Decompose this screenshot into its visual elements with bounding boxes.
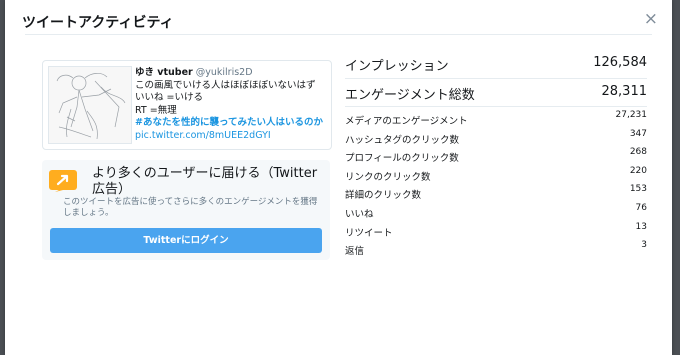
stat-divider	[345, 106, 647, 107]
stat-value: 220	[629, 166, 647, 176]
tweet-card[interactable]: ゆき vtuber @yukilris2D この画風でいける人はほぼほぼいないはず…	[42, 60, 332, 150]
promote-title: より多くのユーザーに届ける（Twitter広告）	[92, 166, 318, 197]
impressions-stat: インプレッション 126,584	[345, 55, 647, 75]
stat-row-likes: いいね 76	[345, 203, 647, 220]
stat-value: 27,231	[615, 110, 648, 120]
stat-row-detail: 詳細のクリック数 153	[345, 184, 647, 201]
stat-value: 76	[635, 203, 647, 213]
stat-value: 268	[629, 147, 647, 157]
stat-row-link: リンクのクリック数 220	[345, 166, 647, 183]
stat-row-replies: 返信 3	[345, 240, 647, 257]
sketch-illustration-icon	[56, 73, 126, 140]
stat-value: 347	[629, 129, 647, 139]
megaphone-icon	[49, 170, 77, 192]
tweet-line: RT =無理	[135, 104, 177, 116]
stat-label: いいね	[345, 209, 374, 220]
stat-row-hashtag: ハッシュタグのクリック数 347	[345, 129, 647, 146]
tweet-media-thumbnail[interactable]	[48, 66, 132, 144]
stat-row-retweets: リツイート 13	[345, 222, 647, 239]
tweet-line: この画風でいける人はほぼほぼいないはず	[135, 79, 316, 91]
stat-label: メディアのエンゲージメント	[345, 116, 468, 127]
stat-divider	[345, 78, 647, 79]
stat-label: エンゲージメント総数	[345, 88, 475, 103]
promote-description: このツイートを広告に使ってさらに多くのエンゲージメントを獲得しましょう。	[63, 197, 318, 218]
stat-value: 126,584	[593, 55, 647, 70]
engagements-stat: エンゲージメント総数 28,311	[345, 84, 647, 104]
stat-label: リツイート	[345, 228, 393, 239]
close-icon[interactable]: ×	[644, 9, 658, 29]
dialog-title: ツイートアクティビティ	[22, 15, 174, 31]
stat-value: 28,311	[601, 84, 648, 99]
stat-label: ハッシュタグのクリック数	[345, 135, 460, 146]
stat-value: 13	[635, 222, 647, 232]
tweet-author-name[interactable]: ゆき vtuber	[135, 67, 193, 78]
stat-label: 返信	[345, 246, 365, 257]
header-divider	[25, 34, 652, 35]
stat-label: リンクのクリック数	[345, 172, 431, 183]
tweet-text: ゆき vtuber @yukilris2D この画風でいける人はほぼほぼいないはず…	[135, 67, 327, 142]
promote-panel: より多くのユーザーに届ける（Twitter広告） このツイートを広告に使ってさら…	[42, 160, 330, 260]
tweet-hashtag[interactable]: #あなたを性的に襲ってみたい人はいるのか	[135, 117, 327, 130]
twitter-login-button[interactable]: Twitterにログイン	[50, 228, 322, 253]
tweet-media-link[interactable]: pic.twitter.com/8mUEE2dGYI	[135, 130, 327, 143]
stat-label: プロフィールのクリック数	[345, 153, 459, 164]
stat-row-profile: プロフィールのクリック数 268	[345, 147, 647, 164]
stat-value: 153	[629, 184, 647, 194]
stat-label: 詳細のクリック数	[345, 190, 422, 201]
stat-label: インプレッション	[345, 59, 449, 74]
tweet-author-handle[interactable]: @yukilris2D	[196, 67, 253, 78]
tweet-line: いいね =いける	[135, 92, 203, 103]
tweet-activity-dialog: ツイートアクティビティ × ゆき vtuber @yukilris2D この画風で…	[5, 0, 672, 355]
stat-value: 3	[641, 240, 647, 250]
stat-row-media: メディアのエンゲージメント 27,231	[345, 110, 648, 127]
